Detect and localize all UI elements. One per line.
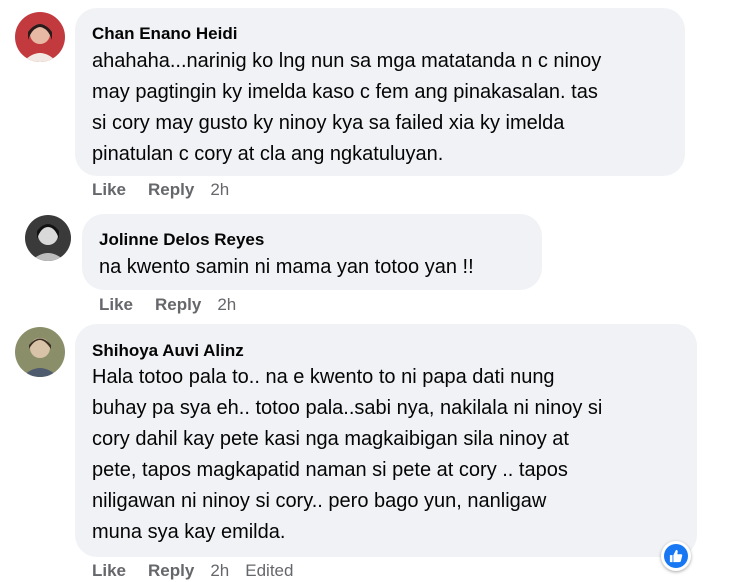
comment-actions: Like Reply 2h	[92, 180, 229, 200]
comment-text-line: na kwento samin ni mama yan totoo yan !!	[99, 256, 474, 278]
like-button[interactable]: Like	[99, 295, 133, 315]
comment-actions: Like Reply 2h Edited	[92, 561, 293, 581]
comment-text-line: ahahaha...narinig ko lng nun sa mga mata…	[92, 50, 602, 72]
edited-label[interactable]: Edited	[245, 561, 293, 581]
like-button[interactable]: Like	[92, 561, 126, 581]
profile-photo-icon	[25, 215, 71, 261]
reply-button[interactable]: Reply	[155, 295, 201, 315]
thumbs-up-icon	[669, 549, 683, 563]
comment-actions: Like Reply 2h	[99, 295, 236, 315]
timestamp[interactable]: 2h	[210, 180, 229, 200]
reply-button[interactable]: Reply	[148, 180, 194, 200]
comment-author[interactable]: Jolinne Delos Reyes	[99, 230, 264, 250]
comment-text: Hala totoo pala to.. na e kwento to ni p…	[92, 362, 602, 548]
comment-author[interactable]: Shihoya Auvi Alinz	[92, 341, 244, 361]
reply-button[interactable]: Reply	[148, 561, 194, 581]
profile-photo-icon	[15, 327, 65, 377]
profile-photo-icon	[15, 12, 65, 62]
avatar[interactable]	[15, 12, 65, 62]
reaction-badge[interactable]	[661, 541, 691, 571]
comment-text: na kwento samin ni mama yan totoo yan !!	[99, 252, 474, 283]
avatar[interactable]	[15, 327, 65, 377]
comment-text-line: cory dahil kay pete kasi nga magkaibigan…	[92, 428, 569, 450]
timestamp[interactable]: 2h	[210, 561, 229, 581]
like-button[interactable]: Like	[92, 180, 126, 200]
comment-text-line: buhay pa sya eh.. totoo pala..sabi nya, …	[92, 397, 603, 419]
comment-text-line: muna sya kay emilda.	[92, 521, 286, 543]
avatar[interactable]	[25, 215, 71, 261]
comment-text-line: Hala totoo pala to.. na e kwento to ni p…	[92, 366, 555, 388]
comment-text-line: pete, tapos magkapatid naman si pete at …	[92, 459, 568, 481]
comment-text-line: pinatulan c cory at cla ang ngkatuluyan.	[92, 143, 444, 165]
comment-author[interactable]: Chan Enano Heidi	[92, 24, 237, 44]
comment-text-line: niligawan ni ninoy si cory.. pero bago y…	[92, 490, 547, 512]
comment-text-line: may pagtingin ky imelda kaso c fem ang p…	[92, 81, 598, 103]
timestamp[interactable]: 2h	[217, 295, 236, 315]
comment-text-line: si cory may gusto ky ninoy kya sa failed…	[92, 112, 565, 134]
comment-text: ahahaha...narinig ko lng nun sa mga mata…	[92, 46, 601, 170]
